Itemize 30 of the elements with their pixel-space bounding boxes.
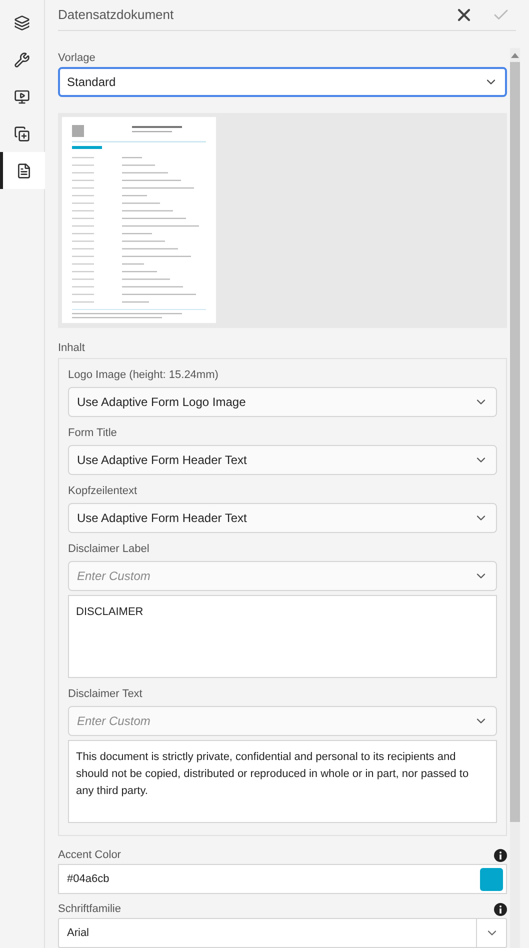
panel-title: Datensatzdokument: [58, 6, 174, 24]
field-label: Kopfzeilentext: [68, 484, 138, 499]
scroll-up-icon[interactable]: [511, 52, 519, 58]
scrollbar[interactable]: [510, 48, 520, 948]
dropdown[interactable]: Use Adaptive Form Logo Image: [68, 387, 497, 417]
dropdown[interactable]: Use Adaptive Form Header Text: [68, 445, 497, 475]
layers-icon: [14, 14, 30, 30]
wrench-icon: [14, 52, 30, 68]
template-select[interactable]: Standard: [58, 67, 507, 97]
field-label: Disclaimer Text: [68, 687, 144, 702]
font-select[interactable]: Arial: [58, 918, 507, 948]
sidebar-tab[interactable]: [0, 152, 44, 189]
color-field[interactable]: #04a6cb: [58, 864, 507, 894]
text-area[interactable]: This document is strictly private, confidential and personal to its recipients and should not be copied, distributed or reproduced in whole or in part, nor passed to any third party.: [68, 740, 497, 823]
field-label: Vorlage: [58, 51, 96, 66]
info-icon[interactable]: [494, 902, 507, 916]
info-icon[interactable]: [494, 848, 507, 862]
scrollbar-thumb[interactable]: [510, 62, 520, 822]
field-label: Schriftfamilie: [58, 902, 121, 917]
add-copy-icon: [14, 126, 30, 142]
text-area[interactable]: DISCLAIMER: [68, 595, 497, 678]
field-label: Disclaimer Label: [68, 542, 150, 557]
section-label: Inhalt: [58, 341, 86, 356]
document-icon: [16, 162, 32, 178]
field-label: Form Title: [68, 426, 118, 441]
field-label: Logo Image (height: 15.24mm): [68, 368, 220, 383]
play-icon: [14, 88, 30, 104]
dropdown[interactable]: Use Adaptive Form Header Text: [68, 503, 497, 533]
color-swatch[interactable]: [480, 868, 503, 890]
field-label: Accent Color: [58, 848, 121, 863]
